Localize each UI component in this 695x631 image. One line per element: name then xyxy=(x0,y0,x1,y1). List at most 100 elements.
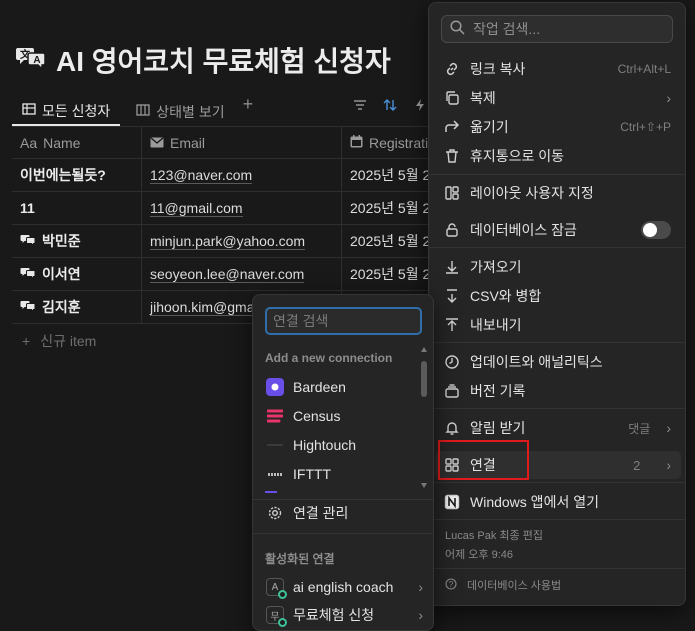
menu-item-connections[interactable]: 연결 2 › xyxy=(435,451,681,479)
table-row[interactable]: 이번에는될듯? 123@naver.com 2025년 5월 2 xyxy=(12,159,452,192)
connection-item-census[interactable]: Census xyxy=(259,402,419,430)
menu-item-move-to-trash[interactable]: 휴지통으로 이동 xyxy=(435,142,681,170)
menu-item-export[interactable]: 내보내기 xyxy=(435,311,681,339)
tab-all-applicants[interactable]: 모든 신청자 xyxy=(12,92,121,126)
connection-label: IFTTT xyxy=(293,466,332,482)
email-cell[interactable]: minjun.park@yahoo.com xyxy=(142,225,342,257)
menu-item-import[interactable]: 가져오기 xyxy=(435,253,681,281)
history-icon xyxy=(444,383,460,399)
active-connection-label: 무료체험 신청 xyxy=(293,607,375,623)
add-view-button[interactable]: + xyxy=(243,92,254,115)
menu-item-label: 링크 복사 xyxy=(470,61,526,77)
automation-icon[interactable] xyxy=(412,97,428,113)
name-cell[interactable]: 박민준 xyxy=(12,225,142,257)
row-name: 이서연 xyxy=(42,266,81,282)
link-icon xyxy=(444,61,460,77)
gear-icon xyxy=(266,504,284,522)
menu-item-label: 휴지통으로 이동 xyxy=(470,148,565,164)
chevron-right-icon: › xyxy=(418,607,423,623)
new-item-label: 신규 item xyxy=(40,333,97,349)
menu-item-version-history[interactable]: 버전 기록 xyxy=(435,377,681,405)
active-connections-heading: 활성화된 연결 xyxy=(265,552,335,566)
scrollbar-thumb[interactable] xyxy=(421,361,427,397)
calendar-icon xyxy=(350,134,363,151)
name-cell[interactable]: 김지훈 xyxy=(12,291,142,323)
last-edited-time: 어제 오후 9:46 xyxy=(445,549,514,561)
board-icon xyxy=(136,103,150,120)
last-edited-by: Lucas Pak 최종 편집 xyxy=(445,530,543,542)
row-email[interactable]: minjun.park@yahoo.com xyxy=(150,233,306,250)
menu-item-move[interactable]: 옮기기 Ctrl+⇧+P xyxy=(435,113,681,141)
action-search-field[interactable] xyxy=(441,15,673,43)
row-date: 2025년 5월 2 xyxy=(350,200,431,216)
manage-connections[interactable]: 연결 관리 xyxy=(259,499,419,527)
connection-item-bardeen[interactable]: Bardeen xyxy=(259,373,419,401)
menu-item-notifications[interactable]: 알림 받기 댓글 › xyxy=(435,414,681,442)
name-cell[interactable]: 11 xyxy=(12,192,142,224)
email-cell[interactable]: 11@gmail.com xyxy=(142,192,342,224)
filter-icon[interactable] xyxy=(352,97,368,113)
shortcut-hint: Ctrl+⇧+P xyxy=(620,120,671,134)
view-tabs: 모든 신청자 상태별 보기 + xyxy=(12,92,253,126)
row-email[interactable]: jihoon.kim@gma xyxy=(150,299,255,316)
integration-badge-icon: 무 xyxy=(266,606,287,627)
active-status-dot xyxy=(278,618,287,627)
table-row[interactable]: 이서연 seoyeon.lee@naver.com 2025년 5월 2 xyxy=(12,258,452,291)
column-header-name[interactable]: Aa Name xyxy=(12,127,142,158)
menu-item-label: CSV와 병합 xyxy=(470,288,542,304)
lock-icon xyxy=(444,222,460,238)
menu-item-merge-csv[interactable]: CSV와 병합 xyxy=(435,282,681,310)
row-email[interactable]: 11@gmail.com xyxy=(150,200,243,217)
help-link[interactable]: ? 데이터베이스 사용법 xyxy=(445,577,561,593)
active-connection-free-trial[interactable]: 무 무료체험 신청 › xyxy=(259,601,427,629)
table-row[interactable]: 박민준 minjun.park@yahoo.com 2025년 5월 2 xyxy=(12,225,452,258)
name-cell[interactable]: 이번에는될듯? xyxy=(12,159,142,191)
menu-item-open-windows-app[interactable]: Windows 앱에서 열기 xyxy=(435,488,681,516)
connection-search-field[interactable] xyxy=(265,307,422,335)
email-cell[interactable]: seoyeon.lee@naver.com xyxy=(142,258,342,290)
menu-divider xyxy=(429,247,685,248)
layout-icon xyxy=(444,185,460,201)
name-cell[interactable]: 이서연 xyxy=(12,258,142,290)
scrollbar[interactable] xyxy=(421,347,427,497)
scroll-down-arrow-icon[interactable] xyxy=(421,483,427,488)
menu-item-duplicate[interactable]: 복제 › xyxy=(435,84,681,112)
trash-icon xyxy=(444,148,460,164)
connection-item-hightouch[interactable]: Hightouch xyxy=(259,431,419,459)
row-name: 김지훈 xyxy=(42,299,81,315)
menu-divider xyxy=(429,482,685,483)
scroll-up-arrow-icon[interactable] xyxy=(421,347,427,352)
row-email[interactable]: 123@naver.com xyxy=(150,167,253,184)
column-header-email[interactable]: Email xyxy=(142,127,342,158)
email-cell[interactable]: 123@naver.com xyxy=(142,159,342,191)
connections-icon xyxy=(444,457,460,473)
connection-label: Hightouch xyxy=(293,437,357,453)
menu-divider xyxy=(429,342,685,343)
action-search-input[interactable] xyxy=(473,21,663,37)
page-title: 文 A AI 영어코치 무료체험 신청자 xyxy=(16,40,391,80)
table-header: Aa Name Email Registration xyxy=(12,126,452,159)
tab-by-status[interactable]: 상태별 보기 xyxy=(126,92,234,126)
lock-toggle[interactable] xyxy=(641,221,671,239)
connection-search-input[interactable] xyxy=(273,313,413,329)
next-app-partial xyxy=(265,491,277,493)
menu-item-label: 업데이트와 애널리틱스 xyxy=(470,354,603,370)
menu-divider xyxy=(253,533,433,534)
active-connection-ai-english-coach[interactable]: A ai english coach › xyxy=(259,573,427,601)
tab-label: 모든 신청자 xyxy=(42,102,111,119)
sort-icon[interactable] xyxy=(382,97,398,113)
help-icon: ? xyxy=(445,577,457,593)
search-icon xyxy=(450,20,465,38)
menu-item-label: 버전 기록 xyxy=(470,383,526,399)
row-email[interactable]: seoyeon.lee@naver.com xyxy=(150,266,305,283)
table-row[interactable]: 11 11@gmail.com 2025년 5월 2 xyxy=(12,192,452,225)
menu-item-customize-layout[interactable]: 레이아웃 사용자 지정 xyxy=(435,179,681,207)
row-name: 박민준 xyxy=(42,233,81,249)
connections-submenu: Add a new connection Bardeen Census High… xyxy=(252,294,434,631)
connection-item-ifttt[interactable]: IFTTT xyxy=(259,460,419,488)
translate-chat-icon xyxy=(20,233,36,249)
menu-item-copy-link[interactable]: 링크 복사 Ctrl+Alt+L xyxy=(435,55,681,83)
menu-item-updates-analytics[interactable]: 업데이트와 애널리틱스 xyxy=(435,348,681,376)
duplicate-icon xyxy=(444,90,460,106)
menu-item-lock-database[interactable]: 데이터베이스 잠금 xyxy=(435,216,681,244)
